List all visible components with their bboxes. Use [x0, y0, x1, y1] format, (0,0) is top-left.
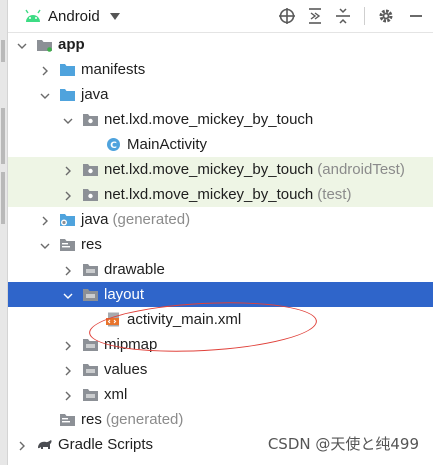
chevron-right-icon[interactable]: [62, 339, 74, 351]
tree-item-label: activity_main.xml: [127, 311, 242, 328]
tree-package-main[interactable]: net.lxd.move_mickey_by_touch: [8, 107, 433, 132]
tree-item-label: values: [104, 361, 148, 378]
collapse-all-icon[interactable]: [334, 7, 352, 25]
gradle-icon: [36, 437, 53, 452]
chevron-right-icon[interactable]: [62, 264, 74, 276]
tree-item-label: java: [81, 86, 109, 103]
tree-mipmap[interactable]: mipmap: [8, 332, 433, 357]
tree-item-suffix: (generated): [112, 211, 191, 228]
tree-package-test[interactable]: net.lxd.move_mickey_by_touch (test): [8, 182, 433, 207]
chevron-down-icon[interactable]: [16, 39, 28, 51]
target-icon[interactable]: [278, 7, 296, 25]
android-icon: [25, 9, 41, 22]
tree-item-label: net.lxd.move_mickey_by_touch: [104, 186, 314, 203]
folder-icon: [82, 362, 99, 377]
tree-item-label: net.lxd.move_mickey_by_touch: [104, 111, 314, 128]
tree-activity-main-xml[interactable]: activity_main.xml: [8, 307, 433, 332]
tree-manifests[interactable]: manifests: [8, 57, 433, 82]
chevron-down-icon[interactable]: [39, 239, 51, 251]
folder-icon: [82, 262, 99, 277]
tree-item-label: drawable: [104, 261, 165, 278]
tree-item-label: Gradle Scripts: [58, 436, 154, 453]
tree-item-label: layout: [104, 286, 145, 303]
minimize-icon[interactable]: [407, 7, 425, 25]
tree-item-label: res: [81, 236, 102, 253]
resource-folder-icon: [59, 237, 76, 252]
tree-item-label: manifests: [81, 61, 146, 78]
chevron-down-icon[interactable]: [62, 114, 74, 126]
tree-item-label: app: [58, 36, 85, 53]
tree-item-label: net.lxd.move_mickey_by_touch: [104, 161, 314, 178]
folder-icon: [59, 62, 76, 77]
folder-icon: [82, 337, 99, 352]
chevron-right-icon[interactable]: [62, 389, 74, 401]
tree-xml[interactable]: xml: [8, 382, 433, 407]
folder-icon: [82, 387, 99, 402]
tree-values[interactable]: values: [8, 357, 433, 382]
tree-layout[interactable]: layout: [8, 282, 433, 307]
folder-icon: [82, 287, 99, 302]
tree-app[interactable]: app: [8, 32, 433, 57]
folder-icon: [59, 87, 76, 102]
watermark: CSDN @天使と纯499: [267, 435, 419, 453]
class-icon: C: [105, 137, 122, 152]
package-icon: [82, 112, 99, 127]
tree-mainactivity[interactable]: C MainActivity: [8, 132, 433, 157]
resource-folder-icon: [59, 412, 76, 427]
tree-java-generated[interactable]: java (generated): [8, 207, 433, 232]
chevron-right-icon[interactable]: [62, 364, 74, 376]
tree-package-androidtest[interactable]: net.lxd.move_mickey_by_touch (androidTest…: [8, 157, 433, 182]
tree-drawable[interactable]: drawable: [8, 257, 433, 282]
chevron-right-icon[interactable]: [16, 439, 28, 451]
tree-item-label: xml: [104, 386, 128, 403]
tree-item-label: res: [81, 411, 102, 428]
chevron-down-icon[interactable]: [62, 289, 74, 301]
tree-item-label: MainActivity: [127, 136, 208, 153]
project-toolbar: Android: [8, 0, 433, 33]
gear-icon[interactable]: [377, 7, 395, 25]
tree-item-suffix: (generated): [105, 411, 184, 428]
tree-item-suffix: (androidTest): [317, 161, 405, 178]
tree-java[interactable]: java: [8, 82, 433, 107]
generated-folder-icon: [59, 212, 76, 227]
module-folder-icon: [36, 37, 53, 52]
tree-item-suffix: (test): [317, 186, 352, 203]
chevron-down-icon[interactable]: [39, 89, 51, 101]
toolbar-separator: [364, 7, 365, 25]
svg-text:C: C: [110, 141, 117, 151]
tree-res-generated[interactable]: res (generated): [8, 407, 433, 432]
project-view-selector[interactable]: Android: [48, 8, 100, 25]
package-icon: [82, 187, 99, 202]
chevron-right-icon[interactable]: [62, 164, 74, 176]
chevron-right-icon[interactable]: [39, 64, 51, 76]
tree-res[interactable]: res: [8, 232, 433, 257]
package-icon: [82, 162, 99, 177]
tool-window-strip[interactable]: [0, 0, 8, 465]
expand-all-icon[interactable]: [306, 7, 324, 25]
chevron-right-icon[interactable]: [39, 214, 51, 226]
chevron-right-icon[interactable]: [62, 189, 74, 201]
layout-file-icon: [105, 312, 122, 327]
chevron-down-icon[interactable]: [109, 12, 120, 20]
tree-item-label: mipmap: [104, 336, 158, 353]
tree-item-label: java: [81, 211, 109, 228]
